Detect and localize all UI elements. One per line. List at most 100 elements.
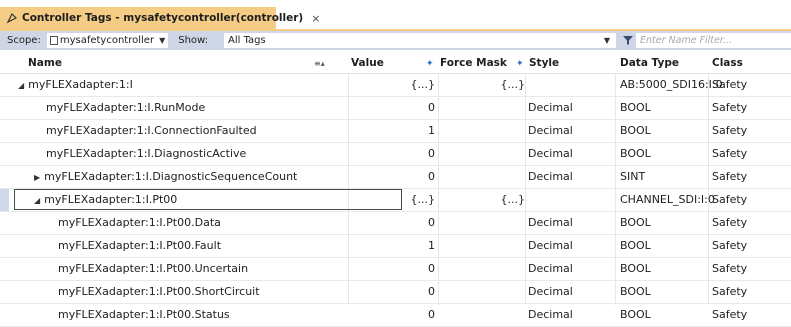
- tag-name-cell[interactable]: ◢ myFLEXadapter:1:I: [18, 78, 133, 91]
- table-row[interactable]: myFLEXadapter:1:I.ConnectionFaulted 1 Deci…: [0, 120, 791, 143]
- tag-value-cell[interactable]: 0: [360, 101, 435, 114]
- tag-data-type-cell: AB:5000_SDI16:I:0: [620, 78, 723, 91]
- tag-class-cell: Safety: [712, 262, 748, 275]
- tag-style-cell[interactable]: Decimal: [528, 262, 573, 275]
- tag-name-text: myFLEXadapter:1:I.DiagnosticSequenceCoun…: [44, 170, 298, 183]
- safety-tag-icon: [6, 12, 18, 25]
- tag-class-cell: Safety: [712, 285, 748, 298]
- tag-value-cell[interactable]: 0: [360, 262, 435, 275]
- tag-value-cell[interactable]: 0: [360, 170, 435, 183]
- tag-name-text: myFLEXadapter:1:I.DiagnosticActive: [46, 147, 247, 160]
- column-header-force-mask[interactable]: Force Mask: [440, 57, 507, 69]
- controller-icon: [49, 36, 58, 45]
- show-dropdown[interactable]: All Tags ▼: [224, 33, 616, 48]
- tag-name-cell[interactable]: myFLEXadapter:1:I.Pt00.Fault: [58, 239, 221, 252]
- tag-name-cell[interactable]: myFLEXadapter:1:I.Pt00.Status: [58, 308, 230, 321]
- tag-name-text: myFLEXadapter:1:I.Pt00.Uncertain: [58, 262, 249, 275]
- tag-name-cell[interactable]: myFLEXadapter:1:I.ConnectionFaulted: [46, 124, 257, 137]
- table-row[interactable]: myFLEXadapter:1:I.Pt00.Data 0 Decimal BOOL S…: [0, 212, 791, 235]
- tag-style-cell[interactable]: Decimal: [528, 308, 573, 321]
- table-row[interactable]: myFLEXadapter:1:I.DiagnosticActive 0 Decim…: [0, 143, 791, 166]
- tag-data-type-cell: CHANNEL_SDI:I:0: [620, 193, 715, 206]
- tag-data-type-cell: BOOL: [620, 216, 651, 229]
- table-row[interactable]: myFLEXadapter:1:I.Pt00.Uncertain 0 Decimal…: [0, 258, 791, 281]
- tag-name-text: myFLEXadapter:1:I.ConnectionFaulted: [46, 124, 257, 137]
- scope-dropdown[interactable]: mysafetycontroller ▼: [45, 32, 170, 49]
- tag-class-cell: Safety: [712, 170, 748, 183]
- tag-value-cell[interactable]: 0: [360, 147, 435, 160]
- tag-name-cell[interactable]: myFLEXadapter:1:I.Pt00.Uncertain: [58, 262, 248, 275]
- tag-class-cell: Safety: [712, 78, 748, 91]
- column-header-value[interactable]: Value: [351, 57, 384, 69]
- tab-controller-tags[interactable]: Controller Tags - mysafetycontroller(con…: [0, 7, 320, 29]
- expanded-triangle-icon[interactable]: ◢: [34, 196, 40, 205]
- column-header-data-type[interactable]: Data Type: [620, 57, 679, 69]
- collapsed-triangle-icon[interactable]: ▶: [34, 173, 40, 182]
- tag-class-cell: Safety: [712, 308, 748, 321]
- table-row[interactable]: ◢ myFLEXadapter:1:I {...} {...} AB:5000_SDI1…: [0, 74, 791, 97]
- filter-icon[interactable]: [621, 34, 635, 47]
- tag-style-cell[interactable]: Decimal: [528, 285, 573, 298]
- tag-style-cell[interactable]: Decimal: [528, 216, 573, 229]
- expanded-triangle-icon[interactable]: ◢: [18, 81, 24, 90]
- tag-value-cell[interactable]: 1: [360, 124, 435, 137]
- tag-style-cell[interactable]: Decimal: [528, 239, 573, 252]
- column-header-name[interactable]: Name: [28, 57, 62, 69]
- tag-name-cell[interactable]: myFLEXadapter:1:I.Pt00.Data: [58, 216, 221, 229]
- tag-data-type-cell: BOOL: [620, 262, 651, 275]
- tag-name-cell[interactable]: myFLEXadapter:1:I.Pt00.ShortCircuit: [58, 285, 260, 298]
- tag-style-cell[interactable]: Decimal: [528, 170, 573, 183]
- tag-style-cell[interactable]: Decimal: [528, 147, 573, 160]
- name-filter-input[interactable]: Enter Name Filter...: [636, 33, 791, 48]
- row-selection-marker: [0, 189, 9, 211]
- tag-data-type-cell: BOOL: [620, 101, 651, 114]
- column-options-icon[interactable]: ≡▴: [314, 59, 325, 68]
- tag-data-type-cell: BOOL: [620, 285, 651, 298]
- tag-name-cell[interactable]: myFLEXadapter:1:I.RunMode: [46, 101, 205, 114]
- tag-value-cell[interactable]: {...}: [360, 193, 436, 206]
- tag-name-text: myFLEXadapter:1:I.Pt00.Data: [58, 216, 221, 229]
- tag-class-cell: Safety: [712, 193, 748, 206]
- tag-value-cell[interactable]: 0: [360, 285, 435, 298]
- table-row[interactable]: myFLEXadapter:1:I.Pt00.Status 0 Decimal BOO…: [0, 304, 791, 327]
- table-row[interactable]: ▶ myFLEXadapter:1:I.DiagnosticSequenceCou…: [0, 166, 791, 189]
- sort-marker-icon: ✦: [516, 59, 524, 69]
- tag-name-cell[interactable]: myFLEXadapter:1:I.DiagnosticActive: [46, 147, 246, 160]
- table-row[interactable]: myFLEXadapter:1:I.Pt00.ShortCircuit 0 Deci…: [0, 281, 791, 304]
- tag-value-cell[interactable]: {...}: [360, 78, 436, 91]
- tag-force-mask-cell: {...}: [500, 78, 526, 91]
- table-row[interactable]: myFLEXadapter:1:I.Pt00.Fault 1 Decimal BOOL…: [0, 235, 791, 258]
- table-row[interactable]: myFLEXadapter:1:I.RunMode 0 Decimal BOOL Saf…: [0, 97, 791, 120]
- tag-style-cell[interactable]: Decimal: [528, 124, 573, 137]
- sort-marker-icon: ✦: [426, 59, 434, 69]
- tab-title: Controller Tags - mysafetycontroller(con…: [22, 12, 304, 24]
- tag-data-type-cell: BOOL: [620, 124, 651, 137]
- tag-data-type-cell: BOOL: [620, 308, 651, 321]
- tag-data-type-cell: BOOL: [620, 239, 651, 252]
- tag-force-mask-cell: {...}: [500, 193, 526, 206]
- close-icon[interactable]: ×: [311, 12, 320, 25]
- tag-class-cell: Safety: [712, 216, 748, 229]
- show-label: Show:: [178, 35, 209, 46]
- tag-class-cell: Safety: [712, 124, 748, 137]
- tag-name-text: myFLEXadapter:1:I.Pt00.Status: [58, 308, 230, 321]
- tag-value-cell[interactable]: 0: [360, 216, 435, 229]
- tag-name-text: myFLEXadapter:1:I.Pt00.ShortCircuit: [58, 285, 260, 298]
- tag-name-cell[interactable]: ▶ myFLEXadapter:1:I.DiagnosticSequenceCou…: [34, 170, 297, 183]
- table-row[interactable]: ◢ myFLEXadapter:1:I.Pt00 {...} {...} CHANNEL…: [0, 189, 791, 212]
- column-header-style[interactable]: Style: [529, 57, 559, 69]
- tag-class-cell: Safety: [712, 101, 748, 114]
- tag-class-cell: Safety: [712, 239, 748, 252]
- tag-value-cell[interactable]: 0: [360, 308, 435, 321]
- tag-name-text: myFLEXadapter:1:I.Pt00: [44, 193, 178, 206]
- grid-header: Name ≡▴ Value ✦ Force Mask ✦ Style Data …: [0, 55, 791, 74]
- tag-name-text: myFLEXadapter:1:I: [28, 78, 133, 91]
- tag-style-cell[interactable]: Decimal: [528, 101, 573, 114]
- column-header-class[interactable]: Class: [712, 57, 743, 69]
- tag-name-cell[interactable]: ◢ myFLEXadapter:1:I.Pt00: [34, 193, 177, 206]
- tag-value-cell[interactable]: 1: [360, 239, 435, 252]
- show-value: All Tags: [228, 35, 266, 46]
- scope-label: Scope:: [7, 35, 41, 46]
- scope-value: mysafetycontroller: [59, 35, 155, 46]
- tag-data-type-cell: BOOL: [620, 147, 651, 160]
